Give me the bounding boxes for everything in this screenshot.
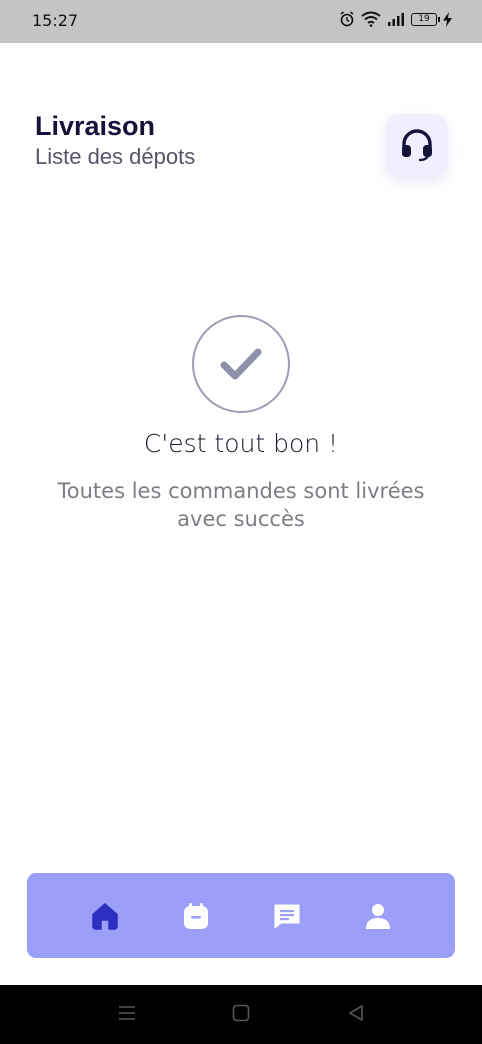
menu-icon[interactable] <box>118 1004 136 1022</box>
success-badge <box>192 315 290 413</box>
status-time: 15:27 <box>32 11 79 30</box>
home-icon <box>91 902 118 930</box>
charging-icon <box>443 11 452 27</box>
success-message: Toutes les commandes sont livrées avec s… <box>57 479 425 531</box>
support-button[interactable] <box>386 114 447 175</box>
page-title: Livraison <box>35 111 156 141</box>
back-icon[interactable] <box>347 1004 365 1022</box>
user-icon <box>365 903 390 929</box>
alarm-icon <box>340 11 354 27</box>
headset-icon <box>401 128 432 161</box>
battery-level: 19 <box>418 13 430 24</box>
nav-item-calendar[interactable] <box>176 896 216 936</box>
calendar-icon <box>183 902 208 929</box>
page-header: Livraison Liste des dépots <box>35 110 195 172</box>
status-bar: 15:27 19 <box>0 0 482 43</box>
home-square-icon[interactable] <box>232 1004 250 1022</box>
nav-item-profile[interactable] <box>358 896 398 936</box>
check-icon <box>220 348 262 380</box>
nav-item-messages[interactable] <box>267 896 307 936</box>
success-title: C'est tout bon ! <box>143 429 339 458</box>
page-subtitle: Liste des dépots <box>35 144 196 169</box>
system-nav-bar <box>0 985 482 1044</box>
signal-icon <box>388 13 404 26</box>
status-icons: 19 <box>339 11 452 27</box>
battery-icon: 19 <box>411 12 440 26</box>
nav-item-home[interactable] <box>85 896 125 936</box>
wifi-icon <box>361 11 381 27</box>
bottom-nav <box>27 873 455 958</box>
chat-icon <box>274 904 299 928</box>
